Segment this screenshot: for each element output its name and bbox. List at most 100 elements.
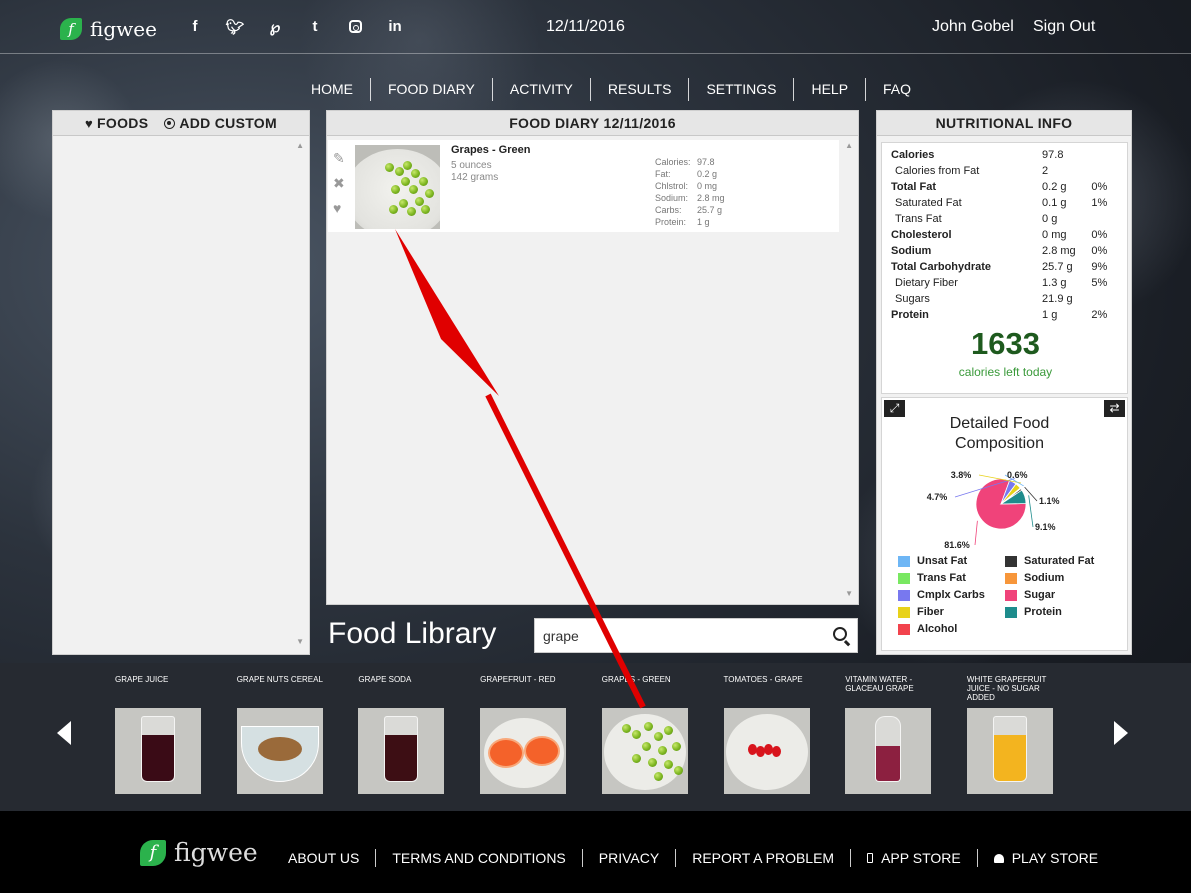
footer-about-us[interactable]: ABOUT US (272, 849, 375, 867)
carousel-next-arrow[interactable] (1114, 721, 1128, 745)
nutrient-value: 2.8 mg (697, 193, 725, 203)
tab-foods[interactable]: ♥ FOODS (85, 111, 148, 135)
nutrition-amount: 21.9 g (1042, 293, 1073, 305)
scroll-down-arrow[interactable]: ▼ (296, 637, 304, 646)
library-item-name: GRAPES - GREEN (601, 675, 671, 684)
entry-nutrient-row: Protein: 1 g (655, 216, 725, 228)
food-library-carousel: GRAPE JUICE GRAPE NUTS CEREAL GRAPE SODA GR… (0, 663, 1191, 811)
grape-shape (389, 205, 398, 214)
nav-home[interactable]: HOME (294, 78, 370, 101)
pie-label-leader (1024, 486, 1038, 502)
nutrition-row: Dietary Fiber 1.3 g 5% (891, 277, 1121, 289)
scroll-down-arrow[interactable]: ▼ (845, 589, 853, 598)
tumblr-icon[interactable]: t (295, 18, 335, 37)
library-item-image (358, 708, 445, 794)
food-diary-panel: FOOD DIARY 12/11/2016 ✎ ✖ ♥ Grapes - Gre… (326, 110, 859, 605)
nutrient-key: Calories: (655, 157, 691, 167)
pie-chart: 81.6% 4.7% 3.8% 0.6% 1.1% 9.1% (927, 470, 1060, 550)
footer-brand-name: figwee (174, 838, 258, 867)
pie-data-label: 0.6% (1007, 470, 1028, 480)
nutrition-amount: 0.1 g (1042, 197, 1067, 209)
library-item[interactable]: WHITE GRAPEFRUIT JUICE - NO SUGAR ADDED (966, 675, 1067, 794)
phone-icon (867, 853, 874, 863)
linkedin-icon[interactable]: in (375, 18, 415, 37)
nutrient-value: 97.8 (697, 157, 715, 167)
main-nav: HOME FOOD DIARY ACTIVITY RESULTS SETTING… (294, 78, 928, 101)
entry-nutrient-row: Sodium: 2.8 mg (655, 192, 725, 204)
footer-app-store[interactable]: APP STORE (850, 849, 977, 867)
delete-icon[interactable]: ✖ (333, 175, 351, 200)
brand-logo[interactable]: f figwee (60, 17, 157, 41)
nutrition-row: Sodium 2.8 mg 0% (891, 245, 1121, 257)
pie-data-label: 81.6% (944, 540, 970, 550)
target-icon (164, 117, 176, 129)
nutrition-label: Sugars (895, 293, 930, 305)
nav-faq[interactable]: FAQ (865, 78, 928, 101)
legend-label: Sodium (1024, 572, 1065, 584)
legend-label: Protein (1024, 606, 1062, 618)
nav-activity[interactable]: ACTIVITY (491, 78, 590, 101)
nutrition-amount: 0.2 g (1042, 181, 1067, 193)
grape-shape (385, 163, 394, 172)
library-item[interactable]: GRAPES - GREEN (601, 675, 702, 794)
chart-title-line1: Detailed Food (949, 415, 1050, 432)
grape-shape (409, 185, 418, 194)
library-item-name: VITAMIN WATER - GLACEAU GRAPE (845, 675, 914, 693)
user-name[interactable]: John Gobel (932, 18, 1014, 36)
diary-entry[interactable]: ✎ ✖ ♥ Grapes - Green 5 ounces 142 grams … (328, 140, 839, 232)
library-item[interactable]: GRAPEFRUIT - RED (480, 675, 580, 794)
twitter-icon[interactable]: 🐦︎ (215, 18, 255, 37)
sign-out-link[interactable]: Sign Out (1033, 18, 1095, 36)
nutrition-label: Calories from Fat (895, 165, 980, 177)
header-date: 12/11/2016 (546, 18, 625, 35)
legend-item: Sugar (1005, 589, 1055, 601)
tab-add-custom[interactable]: ADD CUSTOM (164, 111, 277, 135)
entry-nutrient-row: Fat: 0.2 g (655, 168, 725, 180)
food-diary-title: FOOD DIARY 12/11/2016 (327, 111, 858, 136)
footer-privacy[interactable]: PRIVACY (581, 849, 675, 867)
nav-results[interactable]: RESULTS (589, 78, 689, 101)
nutrition-percent (1091, 165, 1121, 177)
library-item[interactable]: VITAMIN WATER - GLACEAU GRAPE (845, 675, 945, 794)
footer-logo[interactable]: f figwee (140, 838, 258, 867)
footer-play-store[interactable]: PLAY STORE (976, 849, 1114, 867)
footer-terms[interactable]: TERMS AND CONDITIONS (375, 849, 581, 867)
favorite-heart-icon[interactable]: ♥ (333, 200, 351, 225)
edit-icon[interactable]: ✎ (333, 150, 351, 175)
search-icon[interactable] (833, 627, 847, 641)
library-item[interactable]: TOMATOES - GRAPE (723, 675, 824, 794)
library-item[interactable]: GRAPE JUICE (115, 675, 215, 794)
nav-help[interactable]: HELP (793, 78, 865, 101)
grape-shape (419, 177, 428, 186)
nutrition-percent: 2% (1091, 309, 1108, 321)
pinterest-icon[interactable]: ℘ (255, 18, 295, 37)
library-item[interactable]: GRAPE SODA (358, 675, 458, 794)
entry-nutrients: Calories: 97.8 Fat: 0.2 g Chlstrol: 0 mg Sodiu… (655, 156, 725, 228)
legend-swatch (898, 606, 910, 618)
nutrition-row: Sugars 21.9 g (891, 293, 1121, 305)
nutrition-row: Saturated Fat 0.1 g 1% (891, 197, 1121, 209)
leaf-icon: f (60, 18, 82, 40)
foods-panel: ♥ FOODS ADD CUSTOM ▲ ▼ (52, 110, 310, 655)
carousel-prev-arrow[interactable] (57, 721, 71, 745)
library-item[interactable]: GRAPE NUTS CEREAL (236, 675, 337, 794)
nutrient-key: Sodium: (655, 193, 689, 203)
footer-report-label: REPORT A PROBLEM (692, 850, 835, 866)
leaf-icon: f (140, 839, 166, 866)
facebook-icon[interactable]: f (175, 18, 215, 37)
grape-shape (407, 207, 416, 216)
instagram-icon[interactable] (335, 18, 375, 37)
scroll-up-arrow[interactable]: ▲ (296, 141, 304, 150)
nutrition-facts: Calories 97.8 Calories from Fat 2 Total Fat 0… (881, 142, 1128, 394)
scroll-up-arrow[interactable]: ▲ (845, 141, 853, 150)
top-bar: f figwee f 🐦︎ ℘ t in 12/11/2016 John Gob… (0, 0, 1191, 54)
nav-settings[interactable]: SETTINGS (688, 78, 793, 101)
nutrition-amount: 1 g (1042, 309, 1058, 321)
search-input[interactable] (543, 626, 813, 646)
nav-food-diary[interactable]: FOOD DIARY (370, 78, 492, 101)
legend-item: Alcohol (898, 623, 957, 635)
library-item-name: WHITE GRAPEFRUIT JUICE - NO SUGAR ADDED (966, 675, 1047, 702)
legend-swatch (1005, 589, 1017, 601)
footer-report-problem[interactable]: REPORT A PROBLEM (675, 849, 850, 867)
footer-privacy-label: PRIVACY (598, 850, 660, 866)
